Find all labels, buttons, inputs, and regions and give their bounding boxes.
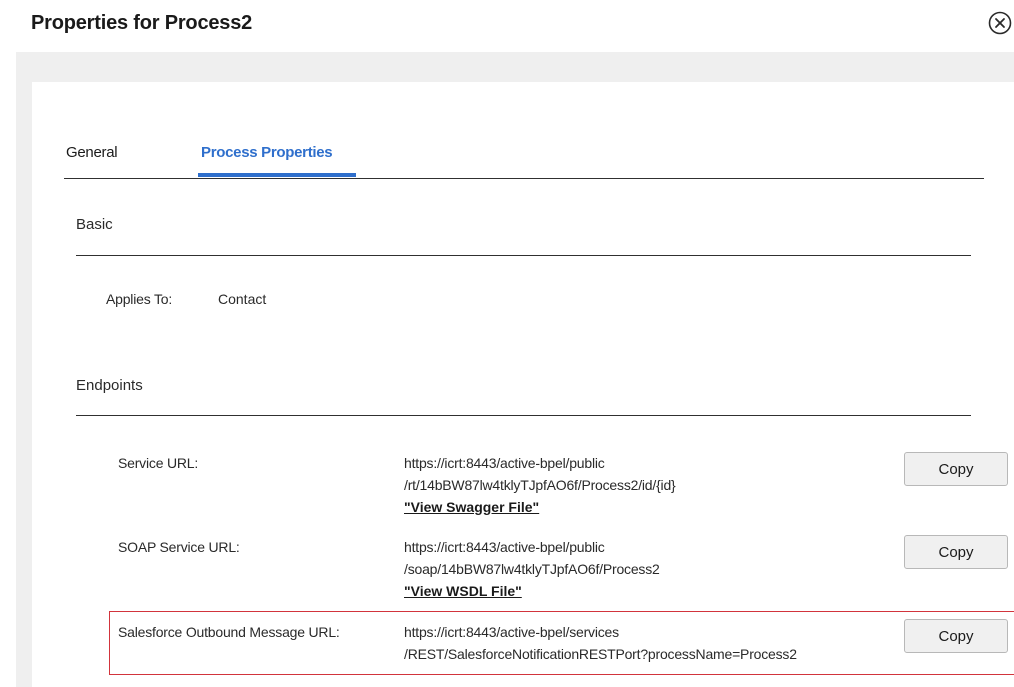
close-icon[interactable] — [987, 10, 1013, 36]
endpoint-label: SOAP Service URL: — [118, 539, 240, 555]
view-swagger-file-link[interactable]: "View Swagger File" — [404, 499, 539, 515]
section-divider — [76, 415, 971, 416]
properties-dialog: Properties for Process2 General Process … — [0, 0, 1014, 687]
copy-service-url-button[interactable]: Copy — [904, 452, 1008, 486]
dialog-title: Properties for Process2 — [31, 12, 253, 34]
tab-process-properties[interactable]: Process Properties — [201, 144, 333, 161]
applies-to-value: Contact — [218, 291, 267, 307]
endpoint-url-line: https://icrt:8443/active-bpel/services — [404, 624, 619, 640]
section-title-basic: Basic — [76, 216, 113, 233]
endpoint-url-line: /rt/14bBW87lw4tklyTJpfAO6f/Process2/id/{… — [404, 477, 676, 493]
tab-bar: General Process Properties — [64, 138, 984, 179]
section-title-endpoints: Endpoints — [76, 377, 143, 394]
endpoint-url-line: /soap/14bBW87lw4tklyTJpfAO6f/Process2 — [404, 561, 660, 577]
copy-soap-service-url-button[interactable]: Copy — [904, 535, 1008, 569]
endpoint-label: Service URL: — [118, 455, 199, 471]
highlight-box — [109, 611, 1014, 675]
dialog-header: Properties for Process2 — [0, 0, 1014, 52]
applies-to-label: Applies To: — [106, 291, 173, 307]
copy-salesforce-outbound-url-button[interactable]: Copy — [904, 619, 1008, 653]
tab-general[interactable]: General — [66, 144, 118, 161]
view-wsdl-file-link[interactable]: "View WSDL File" — [404, 583, 522, 599]
endpoint-url-line: /REST/SalesforceNotificationRESTPort?pro… — [404, 646, 797, 662]
endpoint-label: Salesforce Outbound Message URL: — [118, 624, 340, 640]
active-tab-indicator — [198, 173, 356, 177]
endpoint-url-line: https://icrt:8443/active-bpel/public — [404, 539, 605, 555]
section-divider — [76, 255, 971, 256]
endpoint-url-line: https://icrt:8443/active-bpel/public — [404, 455, 605, 471]
